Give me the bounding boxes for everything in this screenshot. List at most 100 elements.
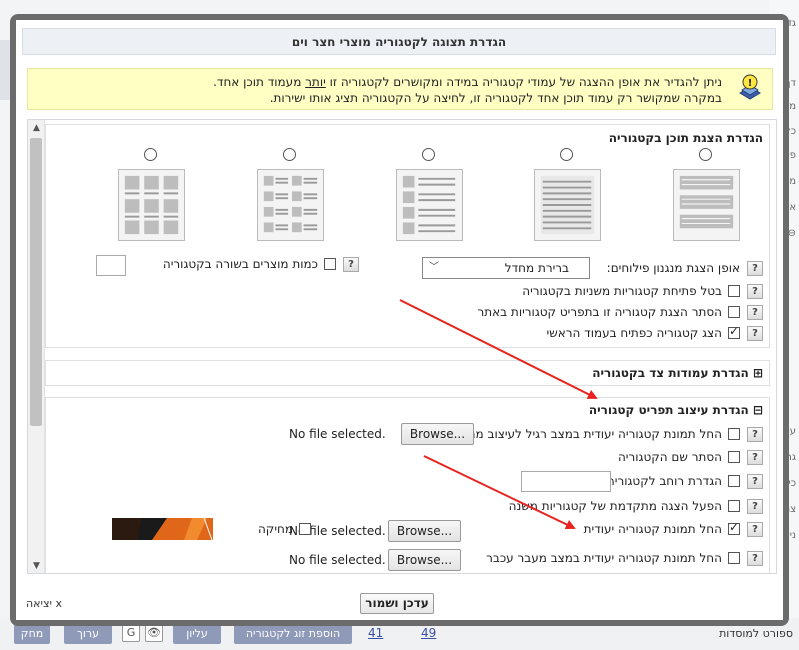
help-icon[interactable]: ? [747,521,763,537]
bg-top-button[interactable]: עליון [173,624,221,644]
category-width-input[interactable] [521,471,611,492]
bg-link-49[interactable]: 49 [421,626,436,640]
products-per-row-row: ? כמות מוצרים בשורה בקטגוריה [163,254,359,274]
option-label: בטל פתיחת קטגוריות משניות בקטגוריה [522,284,722,298]
bg-add-pair-button[interactable]: הוספת זוג לקטגוריה [234,624,352,644]
help-icon[interactable]: ? [747,304,763,320]
vertical-scrollbar[interactable]: ▲ ▼ [28,120,45,573]
note-line1-end: מעמוד תוכן אחד. [213,75,306,89]
info-lightbulb-icon: ! [739,74,761,100]
update-save-button[interactable]: עדכן ושמור [360,593,434,614]
note-line1-underlined: יותר [305,75,326,89]
note-line2: במקרה שמקושר רק עמוד תוכן אחד לקטגוריה ז… [269,91,722,105]
design-row: ? החל תמונת קטגוריה יעודית [584,519,763,539]
side-columns-section[interactable]: ⊞ הגדרת עמודות צד בקטגוריה [45,360,770,386]
layout-list-wide-icon[interactable] [673,169,740,241]
display-section-title: הגדרת הצגת תוכן בקטגוריה [608,131,763,145]
design-row: ? הפעל הצגה מתקדמת של קטגוריות משנה [509,496,763,516]
design-row: ? החל תמונת קטגוריה יעודית במצב רגיל לעי… [445,424,763,444]
menu-design-title[interactable]: ⊟ הגדרת עיצוב תפריט קטגוריה [589,403,763,417]
info-note: ! ניתן להגדיר את אופן ההצגה של עמודי קטג… [27,68,773,110]
browse-button[interactable]: Browse... [388,520,461,542]
svg-text:!: ! [748,78,753,89]
no-file-text: No file selected. [289,553,386,567]
menu-design-title-text: הגדרת עיצוב תפריט קטגוריה [588,403,749,417]
option-row: ? הסתר הצגת קטגוריה זו בתפריט קטגוריות ב… [477,302,763,322]
advanced-subcategories-checkbox[interactable] [728,500,740,512]
filter-mode-row: ? אופן הצגת מנגנון פילוחים: [607,258,763,278]
exit-link[interactable]: x יציאה [26,597,62,610]
note-line1-start: ניתן להגדיר את אופן ההצגה של עמודי קטגור… [325,75,722,89]
layout-radio-5[interactable] [144,148,157,161]
hide-category-menu-checkbox[interactable] [728,306,740,318]
side-columns-title-text: הגדרת עמודות צד בקטגוריה [592,366,749,380]
design-row-label: החל תמונת קטגוריה יעודית [583,522,722,536]
layout-grid-icon[interactable] [118,169,185,241]
show-on-homepage-checkbox[interactable] [728,324,740,339]
products-per-row-checkbox[interactable] [324,258,336,270]
side-columns-title[interactable]: ⊞ הגדרת עמודות צד בקטגוריה [592,366,763,380]
help-icon[interactable]: ? [747,550,763,566]
advanced-image-checkbox[interactable] [728,428,740,440]
filter-mode-value: ברירת מחדל [504,261,569,275]
delete-image-label: מחיקה [257,522,293,536]
products-per-row-input[interactable] [96,255,126,276]
layout-thumb-list-icon[interactable] [396,169,463,241]
layout-radio-1[interactable] [699,148,712,161]
hide-name-checkbox[interactable] [728,451,740,463]
help-icon[interactable]: ? [747,498,763,514]
help-icon[interactable]: ? [747,473,763,489]
bg-edit-button[interactable]: ערוך [64,624,112,644]
help-icon[interactable]: ? [747,325,763,341]
bg-g-icon[interactable]: G [122,624,140,642]
design-row-label: הפעל הצגה מתקדמת של קטגוריות משנה [508,499,722,513]
bg-eye-icon[interactable]: 👁 [145,624,163,642]
scroll-up-icon[interactable]: ▲ [28,120,45,137]
design-row-label: הסתר שם הקטגוריה [617,450,722,464]
menu-design-section: ⊟ הגדרת עיצוב תפריט קטגוריה ? החל תמונת … [45,397,770,573]
custom-image-checkbox[interactable] [728,520,740,535]
help-icon[interactable]: ? [747,283,763,299]
hover-image-checkbox[interactable] [728,552,740,564]
delete-image-checkbox[interactable] [299,523,311,535]
bg-delete-button[interactable]: מחק [14,624,50,644]
layout-radio-2[interactable] [560,148,573,161]
layout-radio-4[interactable] [283,148,296,161]
help-icon[interactable]: ? [747,426,763,442]
display-settings-section: הגדרת הצגת תוכן בקטגוריה ? אופן הצגת מנג… [45,124,770,348]
design-row-label: החל תמונת קטגוריה יעודית במצב מעבר עכבר [486,551,722,565]
option-label: הצג קטגוריה כפתיח בעמוד הראשי [546,326,722,340]
browse-button[interactable]: Browse... [401,423,474,445]
modal-dialog: הגדרת תצוגה לקטגוריה מוצרי חצר וים ! נית… [16,20,783,620]
width-checkbox[interactable] [728,475,740,487]
design-row-label: הגדרת רוחב לקטגוריה: [602,474,722,488]
help-icon[interactable]: ? [747,449,763,465]
settings-scroll-area[interactable]: ▲ ▼ הגדרת הצגת תוכן בקטגוריה ? אופן הצגת… [27,119,777,574]
help-icon[interactable]: ? [343,256,359,272]
no-file-text: No file selected. [289,427,386,441]
chevron-down-icon: ﹀ [429,262,439,273]
collapse-icon[interactable]: ⊟ [753,403,763,417]
design-row: ? החל תמונת קטגוריה יעודית במצב מעבר עכב… [486,548,763,568]
bg-link-41[interactable]: 41 [368,626,383,640]
expand-icon[interactable]: ⊞ [753,366,763,380]
scroll-down-icon[interactable]: ▼ [28,558,45,573]
layout-list-icon[interactable] [534,169,601,241]
disable-subcategories-checkbox[interactable] [728,285,740,297]
products-per-row-label: כמות מוצרים בשורה בקטגוריה [162,257,318,271]
layout-two-column-icon[interactable] [257,169,324,241]
layout-radio-3[interactable] [422,148,435,161]
bg-right-item: כי [788,478,796,489]
design-row-label: החל תמונת קטגוריה יעודית במצב רגיל לעיצו… [444,427,722,441]
scrollbar-thumb[interactable] [30,138,42,426]
filter-mode-label: אופן הצגת מנגנון פילוחים: [606,261,740,275]
browse-button[interactable]: Browse... [388,549,461,571]
help-icon[interactable]: ? [747,260,763,276]
category-image-preview [112,518,213,540]
filter-mode-select[interactable]: ברירת מחדל ﹀ [422,257,590,279]
option-label: הסתר הצגת קטגוריה זו בתפריט קטגוריות באת… [477,305,723,319]
design-row: ? הסתר שם הקטגוריה [618,447,763,467]
modal-title: הגדרת תצוגה לקטגוריה מוצרי חצר וים [22,28,776,55]
background-left-panel [0,40,10,100]
bg-category-name: ספורט למוסדות [719,627,793,640]
